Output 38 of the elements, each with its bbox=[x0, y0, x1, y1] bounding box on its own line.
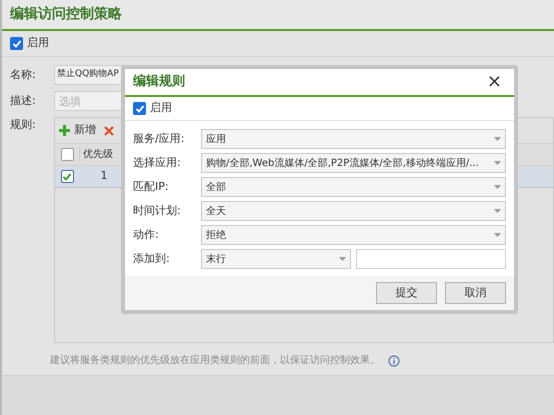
checkbox[interactable] bbox=[60, 148, 74, 161]
checkbox[interactable] bbox=[60, 170, 74, 183]
select-field[interactable]: 末行 bbox=[201, 249, 351, 269]
delete-icon[interactable] bbox=[104, 126, 114, 136]
select-field[interactable]: 购物/全部,Web流媒体/全部,P2P流媒体/全部,移动终端应用/... bbox=[201, 153, 506, 173]
dropdown-caret-icon bbox=[494, 185, 501, 189]
dialog-button[interactable]: 提交 bbox=[376, 282, 437, 304]
plus-icon bbox=[59, 125, 70, 136]
field-label: 名称: bbox=[10, 66, 37, 83]
window-title: 编辑访问控制策略 bbox=[10, 4, 122, 24]
field-label: 规则: bbox=[10, 117, 37, 133]
dialog-button[interactable]: 取消 bbox=[445, 282, 506, 304]
dropdown-caret-icon bbox=[494, 209, 501, 213]
dropdown-caret-icon bbox=[494, 137, 501, 141]
field-label: 时间计划: bbox=[133, 202, 182, 219]
dropdown-caret-icon bbox=[339, 257, 346, 261]
field-label: 描述: bbox=[10, 92, 37, 109]
column-header: 优先级 bbox=[79, 147, 113, 162]
field-label: 动作: bbox=[133, 226, 160, 243]
select-field[interactable]: 全天 bbox=[201, 201, 506, 221]
hint-text: 建议将服务类规则的优先级放在应用类规则的前面，以保证访问控制效果。 bbox=[50, 354, 380, 368]
checkbox[interactable] bbox=[10, 37, 23, 50]
checkbox[interactable] bbox=[133, 102, 146, 115]
select-field[interactable]: 全部 bbox=[201, 177, 506, 197]
add-button[interactable]: 新增 bbox=[59, 122, 96, 139]
select-field[interactable]: 应用 bbox=[201, 129, 506, 149]
field-label: 服务/应用: bbox=[133, 130, 186, 147]
table-cell-text: 1 bbox=[100, 168, 108, 184]
select-field[interactable]: 拒绝 bbox=[201, 225, 506, 245]
enable-label: 启用 bbox=[27, 35, 49, 52]
field-label: 选择应用: bbox=[133, 154, 182, 171]
info-icon[interactable] bbox=[388, 354, 400, 366]
text-field[interactable] bbox=[356, 249, 506, 269]
close-button[interactable]: × bbox=[486, 73, 506, 91]
enable-label: 启用 bbox=[150, 100, 172, 116]
dropdown-caret-icon bbox=[494, 233, 501, 237]
field-label: 添加到: bbox=[133, 250, 171, 267]
field-label: 匹配IP: bbox=[133, 178, 170, 195]
